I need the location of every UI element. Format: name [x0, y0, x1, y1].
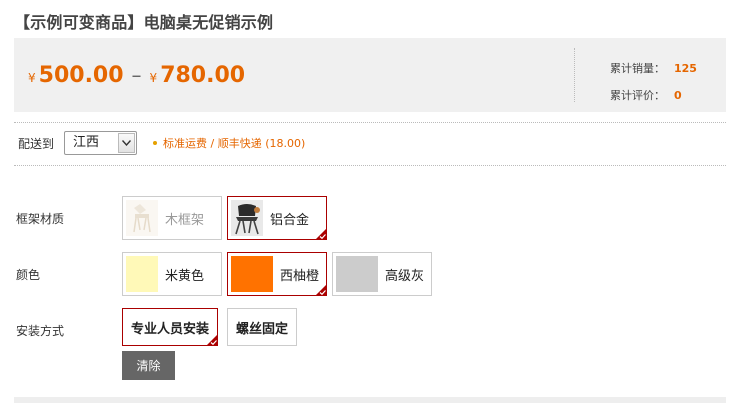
chevron-down-icon[interactable]: [118, 133, 136, 153]
shipping-info: 标准运费 / 顺丰快递 (18.00): [153, 135, 305, 151]
currency-symbol: ¥: [28, 71, 36, 85]
color-swatch-orange: [231, 256, 273, 292]
wood-frame-chair-thumb: [126, 200, 158, 236]
option-wood-frame[interactable]: 木框架: [122, 196, 222, 240]
price-min: 500.00: [38, 63, 124, 88]
option-label-frame-material: 框架材质: [16, 212, 65, 226]
option-screw-fix[interactable]: 螺丝固定: [227, 308, 298, 346]
option-text: 螺丝固定: [236, 321, 289, 337]
divider: [14, 122, 726, 123]
price-max: 780.00: [160, 63, 246, 88]
currency-symbol: ¥: [149, 71, 158, 85]
shipping-row: 配送到 江西 标准运费 / 顺丰快递 (18.00): [18, 131, 305, 155]
sales-stats: 累计销量： 125 累计评价： 0: [610, 55, 697, 109]
bottom-bar: [14, 397, 726, 403]
region-value: 江西: [73, 135, 100, 150]
price-panel: ¥ 500.00 – ¥ 780.00 累计销量： 125 累计评价： 0: [14, 38, 726, 112]
option-pro-install[interactable]: 专业人员安装: [122, 308, 219, 346]
option-label-color: 颜色: [16, 268, 41, 282]
reviews-label: 累计评价：: [610, 89, 665, 102]
color-swatch-gray: [336, 256, 378, 292]
aluminum-chair-thumb: [231, 200, 263, 236]
option-text: 高级灰: [385, 268, 425, 284]
clear-button[interactable]: 清除: [122, 351, 175, 380]
price-separator: –: [131, 63, 142, 87]
selected-check-icon: [315, 228, 327, 240]
option-text: 西柚橙: [280, 268, 320, 284]
shipping-label: 配送到: [18, 136, 55, 151]
selected-check-icon: [315, 284, 327, 296]
option-orange[interactable]: 西柚橙: [227, 252, 327, 296]
color-swatch-beige: [126, 256, 158, 292]
option-aluminum[interactable]: 铝合金: [227, 196, 327, 240]
sales-value: 125: [674, 62, 697, 75]
product-title: 【示例可变商品】电脑桌无促销示例: [14, 13, 274, 32]
bullet-icon: [153, 141, 158, 145]
region-select[interactable]: 江西: [64, 131, 138, 155]
option-text: 专业人员安装: [131, 321, 210, 337]
option-text: 木框架: [165, 212, 205, 228]
reviews-value[interactable]: 0: [674, 82, 682, 109]
price-range: ¥ 500.00 – ¥ 780.00: [28, 63, 245, 88]
divider: [574, 48, 575, 102]
option-label-install: 安装方式: [16, 324, 65, 338]
option-text: 铝合金: [270, 212, 310, 228]
option-beige[interactable]: 米黄色: [122, 252, 222, 296]
sales-label: 累计销量：: [610, 62, 665, 75]
shipping-fee: 标准运费 / 顺丰快递 (18.00): [163, 137, 306, 150]
option-gray[interactable]: 高级灰: [332, 252, 432, 296]
option-text: 米黄色: [165, 268, 205, 284]
divider: [14, 165, 726, 166]
selected-check-icon: [206, 334, 219, 346]
